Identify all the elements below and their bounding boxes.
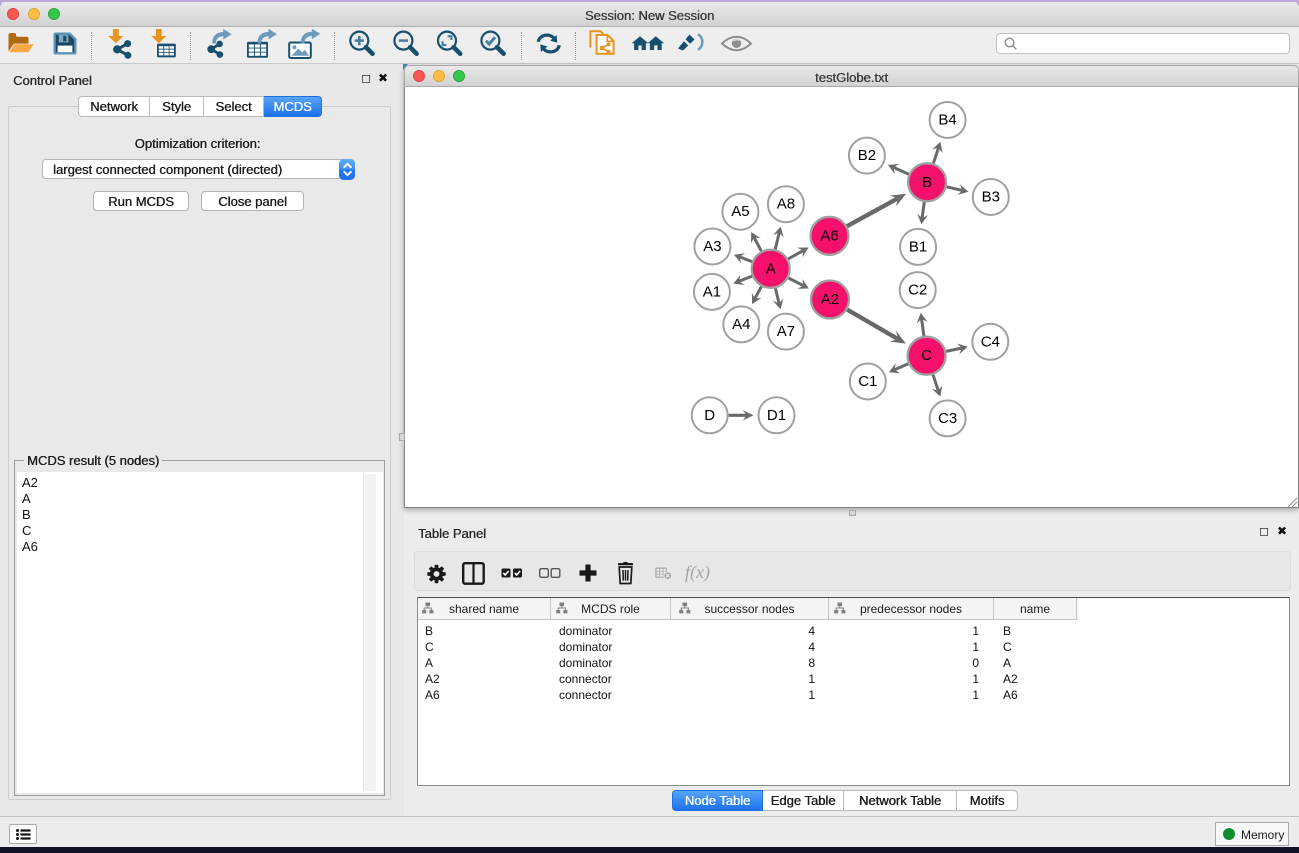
svg-text:D: D [704,407,715,424]
svg-text:A4: A4 [732,316,750,333]
svg-text:B: B [922,174,932,191]
svg-text:A6: A6 [820,227,838,244]
svg-text:A2: A2 [821,291,839,308]
svg-text:A: A [766,260,776,277]
svg-text:C: C [921,347,932,364]
svg-text:A3: A3 [703,238,721,255]
svg-text:C4: C4 [981,333,1000,350]
svg-text:B2: B2 [858,147,876,164]
svg-text:B3: B3 [982,189,1000,206]
svg-text:B4: B4 [938,112,956,129]
svg-text:A8: A8 [777,196,795,213]
svg-text:A1: A1 [703,283,721,300]
svg-text:B1: B1 [909,238,927,255]
svg-text:C1: C1 [858,373,877,390]
svg-text:C2: C2 [908,282,927,299]
svg-text:A7: A7 [777,323,795,340]
svg-text:C3: C3 [938,410,957,427]
svg-text:D1: D1 [767,407,786,424]
svg-text:A5: A5 [731,203,749,220]
